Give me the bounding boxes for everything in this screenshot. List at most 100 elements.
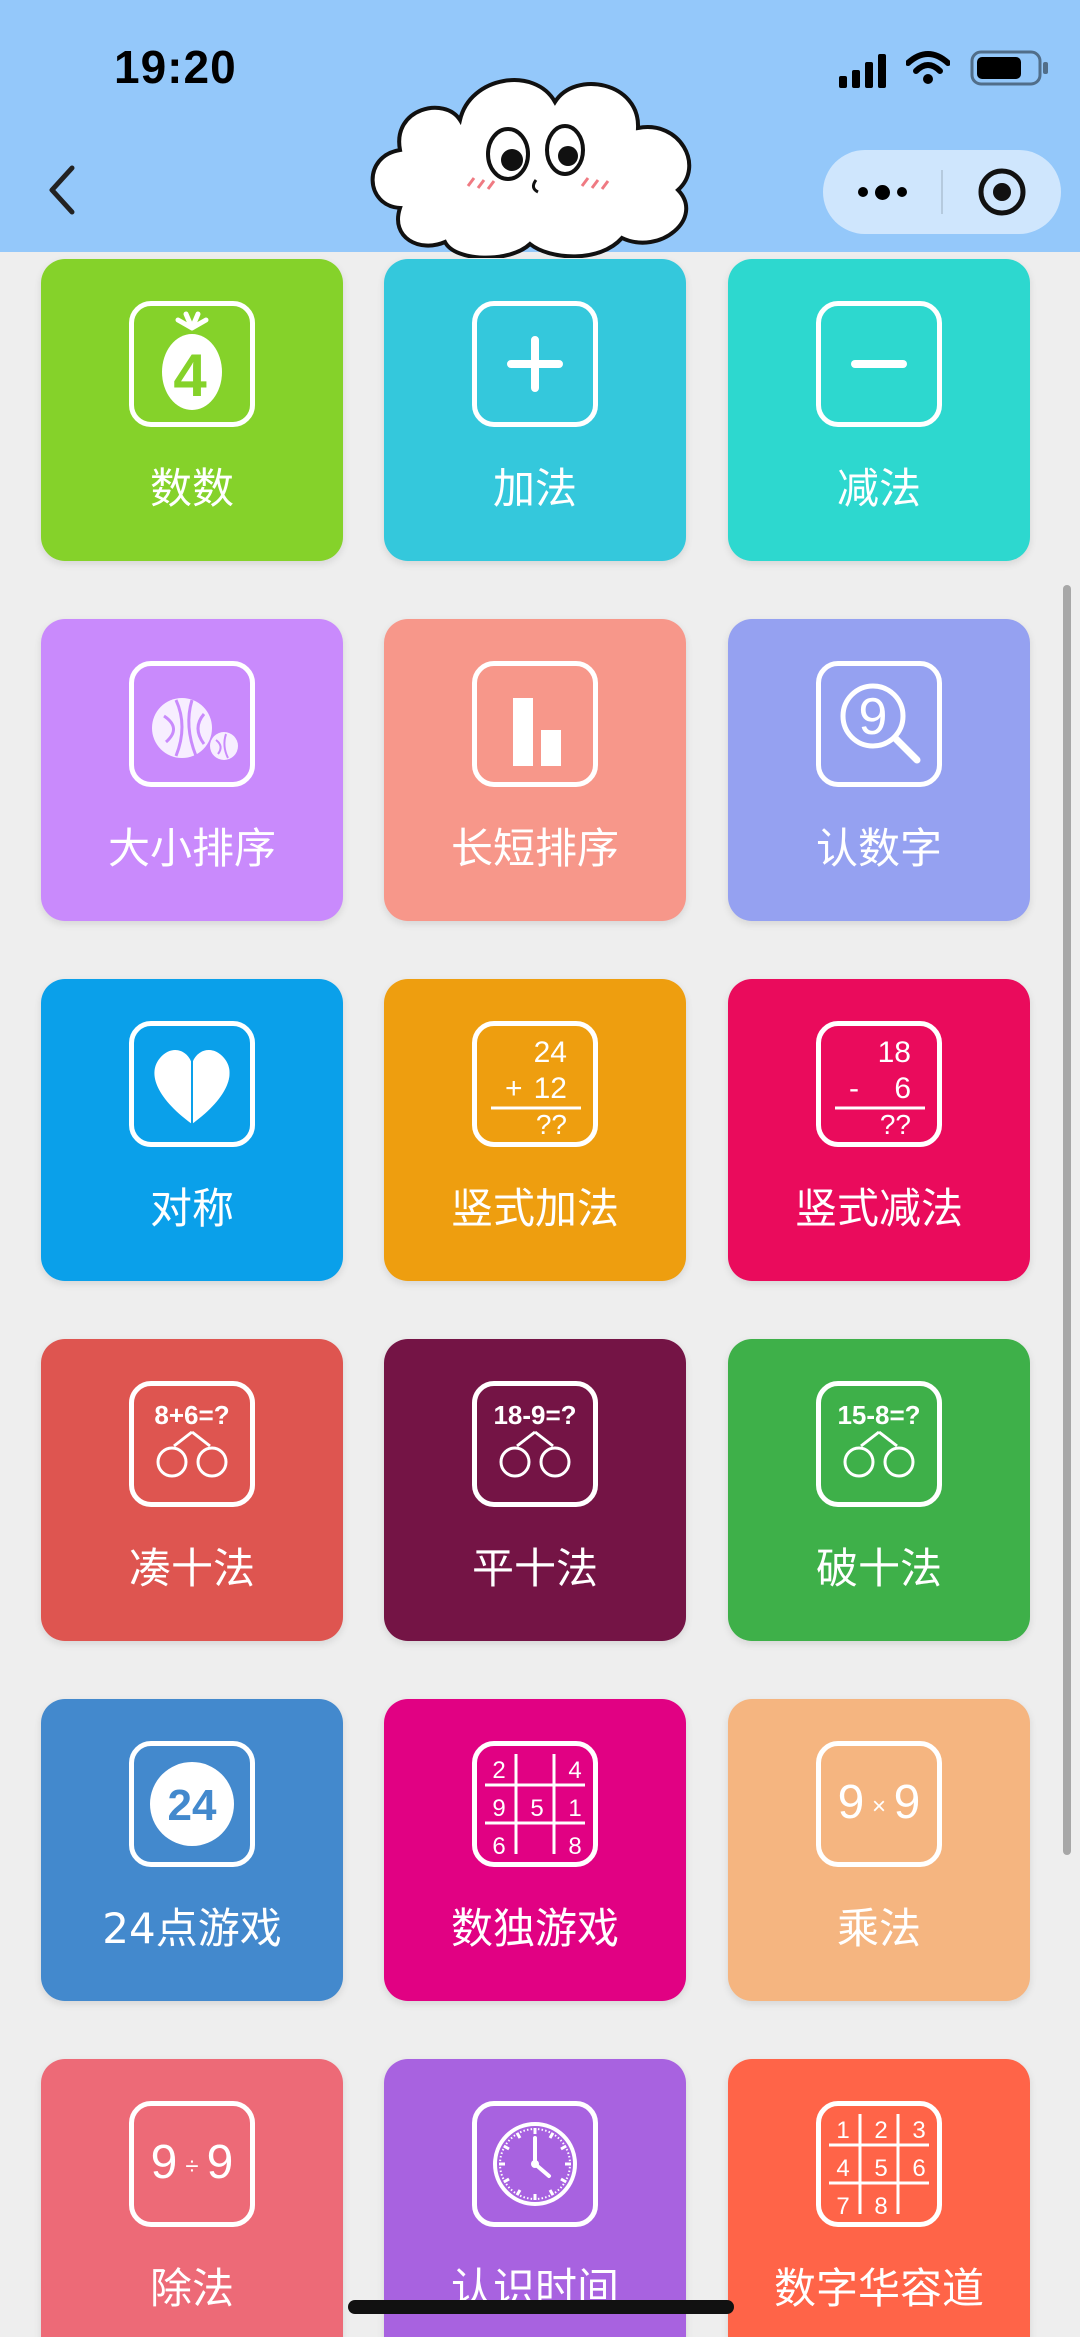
feature-card[interactable]: 15-8=? 破十法 bbox=[728, 1339, 1030, 1641]
icon-text: 18-9=? bbox=[493, 1400, 576, 1430]
icon-text: 24 bbox=[534, 1036, 567, 1069]
feature-card-label: 加法 bbox=[492, 464, 577, 513]
icon-text: ?? bbox=[880, 1109, 911, 1140]
icon-text: 6 bbox=[912, 2155, 925, 2182]
feature-card[interactable]: 9 ÷ 9 除法 bbox=[41, 2059, 343, 2337]
icon-text: 9 bbox=[859, 688, 888, 746]
minus-icon bbox=[816, 301, 942, 427]
watermelons-icon bbox=[129, 661, 255, 787]
feature-card-label: 数字华容道 bbox=[773, 2264, 984, 2313]
icon-text: 6 bbox=[894, 1072, 911, 1105]
icon-text: 1 bbox=[568, 1795, 581, 1822]
icon-text: 4 bbox=[568, 1757, 581, 1784]
feature-card-label: 乘法 bbox=[836, 1904, 921, 1953]
wifi-icon bbox=[906, 51, 950, 84]
status-time: 19:20 bbox=[114, 41, 237, 93]
status-icons bbox=[839, 48, 1050, 88]
mini-program-capsule bbox=[823, 150, 1061, 234]
feature-card[interactable]: 认识时间 bbox=[384, 2059, 686, 2337]
vertical-addition-icon: 24 +12?? bbox=[472, 1021, 598, 1147]
icon-text: 8 bbox=[568, 1833, 581, 1860]
icon-text: 8+6=? bbox=[154, 1400, 229, 1430]
feature-card[interactable]: 4 数数 bbox=[41, 259, 343, 561]
multiply-icon: 9 × 9 bbox=[816, 1741, 942, 1867]
twenty-four-icon: 24 bbox=[129, 1741, 255, 1867]
icon-text: 12 bbox=[534, 1072, 567, 1105]
icon-text: - bbox=[849, 1072, 859, 1105]
icon-text: 3 bbox=[912, 2117, 925, 2144]
icon-text: 9 bbox=[151, 2136, 178, 2189]
sudoku-icon: 2 4 951 6 8 bbox=[472, 1741, 598, 1867]
feature-card[interactable]: 减法 bbox=[728, 259, 1030, 561]
icon-text: 8 bbox=[874, 2193, 887, 2220]
feature-card-label: 竖式加法 bbox=[450, 1184, 619, 1233]
icon-text: 5 bbox=[874, 2155, 887, 2182]
cloud-mascot-icon bbox=[370, 78, 692, 258]
feature-card-label: 长短排序 bbox=[450, 824, 619, 873]
feature-card[interactable]: 对称 bbox=[41, 979, 343, 1281]
feature-card-label: 24点游戏 bbox=[102, 1904, 282, 1953]
feature-card[interactable]: 18- 6?? 竖式减法 bbox=[728, 979, 1030, 1281]
feature-card[interactable]: 2 4 951 6 8 数独游戏 bbox=[384, 1699, 686, 2001]
feature-card[interactable]: 8+6=? 凑十法 bbox=[41, 1339, 343, 1641]
icon-text: 1 bbox=[836, 2117, 849, 2144]
back-button[interactable] bbox=[40, 160, 90, 220]
icon-text: 9 bbox=[894, 1776, 921, 1829]
icon-text: 9 bbox=[838, 1776, 865, 1829]
feature-card-label: 数独游戏 bbox=[450, 1904, 619, 1953]
divide-icon: 9 ÷ 9 bbox=[129, 2101, 255, 2227]
bar-chart-icon bbox=[472, 661, 598, 787]
more-dot-icon bbox=[874, 184, 890, 200]
icon-text: 2 bbox=[874, 2117, 887, 2144]
clock-icon bbox=[472, 2101, 598, 2227]
feature-card[interactable]: 24 24点游戏 bbox=[41, 1699, 343, 2001]
cellular-signal-icon bbox=[839, 48, 886, 88]
icon-text: 5 bbox=[530, 1795, 543, 1822]
more-button[interactable] bbox=[823, 150, 941, 234]
icon-text: 15-8=? bbox=[837, 1400, 920, 1430]
icon-text: + bbox=[505, 1072, 523, 1105]
feature-card-label: 除法 bbox=[149, 2264, 234, 2313]
icon-text: 7 bbox=[836, 2193, 849, 2220]
level-ten-icon: 18-9=? bbox=[472, 1381, 598, 1507]
target-close-icon bbox=[978, 168, 1026, 216]
scrollbar[interactable] bbox=[1063, 585, 1071, 1855]
feature-card-label: 对称 bbox=[149, 1184, 234, 1233]
feature-card-label: 减法 bbox=[836, 464, 921, 513]
icon-text: 9 bbox=[207, 2136, 234, 2189]
icon-text: 2 bbox=[492, 1757, 505, 1784]
feature-card-label: 大小排序 bbox=[107, 824, 276, 873]
feature-card[interactable]: 长短排序 bbox=[384, 619, 686, 921]
feature-card-label: 凑十法 bbox=[128, 1544, 255, 1593]
feature-list[interactable]: 4 数数 加法 减法 大小排序 长短排序 9 认数字 对称 24 + 12 ??… bbox=[0, 252, 1080, 2337]
home-indicator[interactable] bbox=[348, 2300, 734, 2314]
icon-text: × bbox=[872, 1793, 886, 1820]
icon-text: ÷ bbox=[185, 2153, 198, 2180]
feature-card[interactable]: 加法 bbox=[384, 259, 686, 561]
heart-symmetry-icon bbox=[129, 1021, 255, 1147]
feature-card-label: 破十法 bbox=[815, 1544, 942, 1593]
more-dot-icon bbox=[896, 187, 907, 197]
battery-icon bbox=[970, 50, 1048, 86]
feature-card[interactable]: 9 × 9 乘法 bbox=[728, 1699, 1030, 2001]
icon-text: ?? bbox=[536, 1109, 567, 1140]
feature-card-label: 平十法 bbox=[471, 1544, 598, 1593]
icon-text: 9 bbox=[492, 1795, 505, 1822]
make-ten-icon: 8+6=? bbox=[129, 1381, 255, 1507]
plus-icon bbox=[472, 301, 598, 427]
feature-card[interactable]: 24 +12?? 竖式加法 bbox=[384, 979, 686, 1281]
vertical-subtraction-icon: 18- 6?? bbox=[816, 1021, 942, 1147]
feature-card[interactable]: 大小排序 bbox=[41, 619, 343, 921]
icon-text: 4 bbox=[173, 342, 207, 409]
feature-card-label: 数数 bbox=[149, 464, 234, 513]
feature-card[interactable]: 18-9=? 平十法 bbox=[384, 1339, 686, 1641]
icon-text: 18 bbox=[878, 1036, 911, 1069]
feature-card[interactable]: 123 456 78 数字华容道 bbox=[728, 2059, 1030, 2337]
magnifier-nine-icon: 9 bbox=[816, 661, 942, 787]
close-button[interactable] bbox=[943, 150, 1061, 234]
feature-card[interactable]: 9 认数字 bbox=[728, 619, 1030, 921]
feature-card-label: 竖式减法 bbox=[794, 1184, 963, 1233]
more-dot-icon bbox=[857, 187, 868, 197]
break-ten-icon: 15-8=? bbox=[816, 1381, 942, 1507]
icon-text: 6 bbox=[492, 1833, 505, 1860]
